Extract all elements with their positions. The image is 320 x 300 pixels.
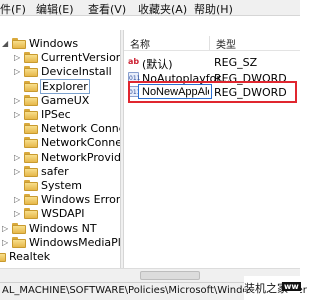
tree-item-label: GameUX [41,93,90,107]
tree-item-label: safer [41,164,69,178]
folder-icon [24,208,38,220]
folder-icon [24,109,38,120]
folder-icon [24,180,38,191]
column-header-name[interactable]: 名称 [130,36,150,51]
tree-item-label: WSDAPI [41,207,85,221]
folder-icon [0,251,6,262]
tree-item-label: Explorer [40,78,90,94]
menu-bar: 件(F) 编辑(E) 查看(V) 收藏夹(A) 帮助(H) [0,0,300,16]
list-item[interactable]: ab (默认) REG_SZ [124,54,300,71]
menu-favorites[interactable]: 收藏夹(A) [138,1,187,17]
expand-arrow-icon[interactable]: ▷ [2,224,9,233]
tree-item[interactable]: Realtek [0,249,120,265]
expand-arrow-icon[interactable]: ▷ [14,96,21,105]
folder-icon [24,80,38,92]
folder-icon [24,52,38,64]
tree-item-label: NetworkConnectiv [41,136,120,150]
scrollbar-thumb[interactable] [140,271,200,280]
folder-icon [24,194,38,206]
expand-arrow-icon[interactable]: ▷ [14,110,21,119]
tree-item-label: Network Connect [41,122,120,136]
folder-icon [24,165,38,177]
value-type: REG_SZ [214,56,258,69]
folder-icon [24,94,38,106]
menu-file[interactable]: 件(F) [0,1,26,17]
registry-values-list: 名称 类型 ab (默认) REG_SZ 011 NoAutoplayfor..… [124,30,300,268]
registry-key-tree[interactable]: ◢ Windows ▷ CurrentVersion ▷ DeviceInstall Exp… [0,30,120,268]
string-value-icon: ab [128,57,140,66]
menu-view[interactable]: 查看(V) [88,1,126,17]
folder-icon [12,222,26,234]
menu-help[interactable]: 帮助(H) [194,1,233,17]
tree-item-label: DeviceInstall [41,65,112,79]
folder-icon [24,123,38,135]
folder-icon [12,38,26,49]
folder-icon [12,236,26,248]
folder-icon [24,137,38,149]
tree-item-label: CurrentVersion [41,51,120,65]
expand-arrow-icon[interactable]: ▷ [14,195,21,204]
tree-item-label: Realtek [9,250,51,263]
expand-arrow-icon[interactable]: ▷ [14,153,21,162]
tree-item-label: Windows NT [29,221,97,235]
expand-arrow-icon[interactable]: ▷ [14,67,21,76]
tree-item-label: IPSec [41,108,71,121]
tree-item-label: NetworkProvider [41,150,120,164]
expand-arrow-icon[interactable]: ▷ [14,209,21,218]
collapse-arrow-icon[interactable]: ◢ [2,39,9,48]
watermark-badge: ww [282,282,301,291]
tree-item-label: Windows Error Re [41,193,120,207]
column-header-type[interactable]: 类型 [216,36,236,51]
folder-icon [24,66,38,78]
expand-arrow-icon[interactable]: ▷ [14,53,21,62]
expand-arrow-icon[interactable]: ▷ [2,238,9,247]
list-header: 名称 类型 [124,36,300,51]
tree-item-label: WindowsMediaPlaye [29,235,120,249]
menu-edit[interactable]: 编辑(E) [36,1,74,17]
tree-item-label: System [41,179,83,192]
folder-icon [24,151,38,163]
expand-arrow-icon[interactable]: ▷ [14,167,21,176]
highlight-annotation [128,81,297,103]
column-separator[interactable] [209,36,210,50]
watermark-logo: 装机之家 ww [244,276,301,300]
tree-item-label: Windows [29,37,79,50]
